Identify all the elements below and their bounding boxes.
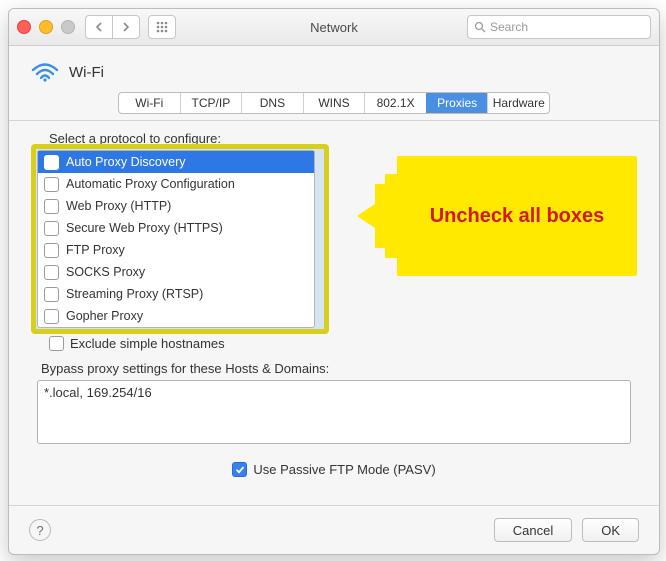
minimize-window-button[interactable] [39,20,53,34]
protocol-item[interactable]: Secure Web Proxy (HTTPS) [38,217,314,239]
protocol-label-text: Auto Proxy Discovery [66,155,185,169]
close-window-button[interactable] [17,20,31,34]
wifi-icon [31,62,59,82]
protocol-checkbox[interactable] [44,199,59,214]
tab-dns[interactable]: DNS [241,93,303,113]
back-button[interactable] [85,15,113,39]
protocol-checkbox[interactable] [44,243,59,258]
cancel-button[interactable]: Cancel [494,518,572,542]
ok-button[interactable]: OK [582,518,639,542]
bypass-textarea[interactable]: *.local, 169.254/16 [37,380,631,444]
protocol-item[interactable]: FTP Proxy [38,239,314,261]
protocol-label-text: Gopher Proxy [66,309,143,323]
exclude-simple-row[interactable]: Exclude simple hostnames [49,336,631,351]
traffic-lights [17,20,75,34]
tab-hardware[interactable]: Hardware [487,93,549,113]
pane-title: Wi-Fi [69,64,104,81]
check-icon [235,465,245,475]
passive-ftp-row[interactable]: Use Passive FTP Mode (PASV) [37,462,631,477]
exclude-simple-label: Exclude simple hostnames [70,336,225,351]
bypass-value: *.local, 169.254/16 [44,385,152,400]
titlebar: Network Search [9,9,659,46]
search-placeholder: Search [490,20,528,34]
protocol-label: Select a protocol to configure: [49,131,631,146]
tab-tcp-ip[interactable]: TCP/IP [180,93,242,113]
tab-802-1x[interactable]: 802.1X [364,93,426,113]
tab-bar: Wi-FiTCP/IPDNSWINS802.1XProxiesHardware [118,92,550,114]
protocol-item[interactable]: SOCKS Proxy [38,261,314,283]
protocol-checkbox[interactable] [44,265,59,280]
protocol-item[interactable]: Automatic Proxy Configuration [38,173,314,195]
passive-ftp-checkbox[interactable] [232,462,247,477]
protocol-list[interactable]: Auto Proxy Discovery Automatic Proxy Conf… [37,150,315,328]
zoom-window-button[interactable] [61,20,75,34]
chevron-left-icon [95,22,103,32]
annotation-text: Uncheck all boxes [430,204,605,228]
grid-icon [156,21,168,33]
protocol-label-text: Secure Web Proxy (HTTPS) [66,221,223,235]
protocol-label-text: Streaming Proxy (RTSP) [66,287,203,301]
search-icon [474,21,486,33]
protocol-label-text: Automatic Proxy Configuration [66,177,235,191]
protocol-checkbox[interactable] [44,221,59,236]
bypass-label: Bypass proxy settings for these Hosts & … [41,361,631,376]
protocol-label-text: SOCKS Proxy [66,265,145,279]
show-all-button[interactable] [148,15,176,39]
help-button[interactable]: ? [29,519,51,541]
protocol-label-text: FTP Proxy [66,243,125,257]
search-field[interactable]: Search [467,15,651,39]
protocol-item[interactable]: Auto Proxy Discovery [38,151,314,173]
tab-wi-fi[interactable]: Wi-Fi [119,93,180,113]
protocol-checkbox[interactable] [44,177,59,192]
tab-proxies[interactable]: Proxies [426,93,488,113]
tab-wins[interactable]: WINS [303,93,365,113]
chevron-right-icon [122,22,130,32]
nav-buttons [85,15,140,39]
proxies-pane: Select a protocol to configure: Auto Pro… [9,120,659,505]
protocol-checkbox[interactable] [44,155,59,170]
forward-button[interactable] [112,15,140,39]
annotation-arrow-icon [357,196,387,236]
protocol-checkbox[interactable] [44,309,59,324]
annotation-callout: Uncheck all boxes [357,156,637,276]
passive-ftp-label: Use Passive FTP Mode (PASV) [253,462,435,477]
pane-header: Wi-Fi [9,46,659,92]
protocol-item[interactable]: Web Proxy (HTTP) [38,195,314,217]
preferences-window: Network Search Wi-Fi Wi-FiTCP/IPDNSWINS8… [8,8,660,555]
protocol-item[interactable]: Gopher Proxy [38,305,314,327]
protocol-checkbox[interactable] [44,287,59,302]
footer: ? Cancel OK [9,505,659,554]
protocol-label-text: Web Proxy (HTTP) [66,199,171,213]
protocol-item[interactable]: Streaming Proxy (RTSP) [38,283,314,305]
exclude-simple-checkbox[interactable] [49,336,64,351]
